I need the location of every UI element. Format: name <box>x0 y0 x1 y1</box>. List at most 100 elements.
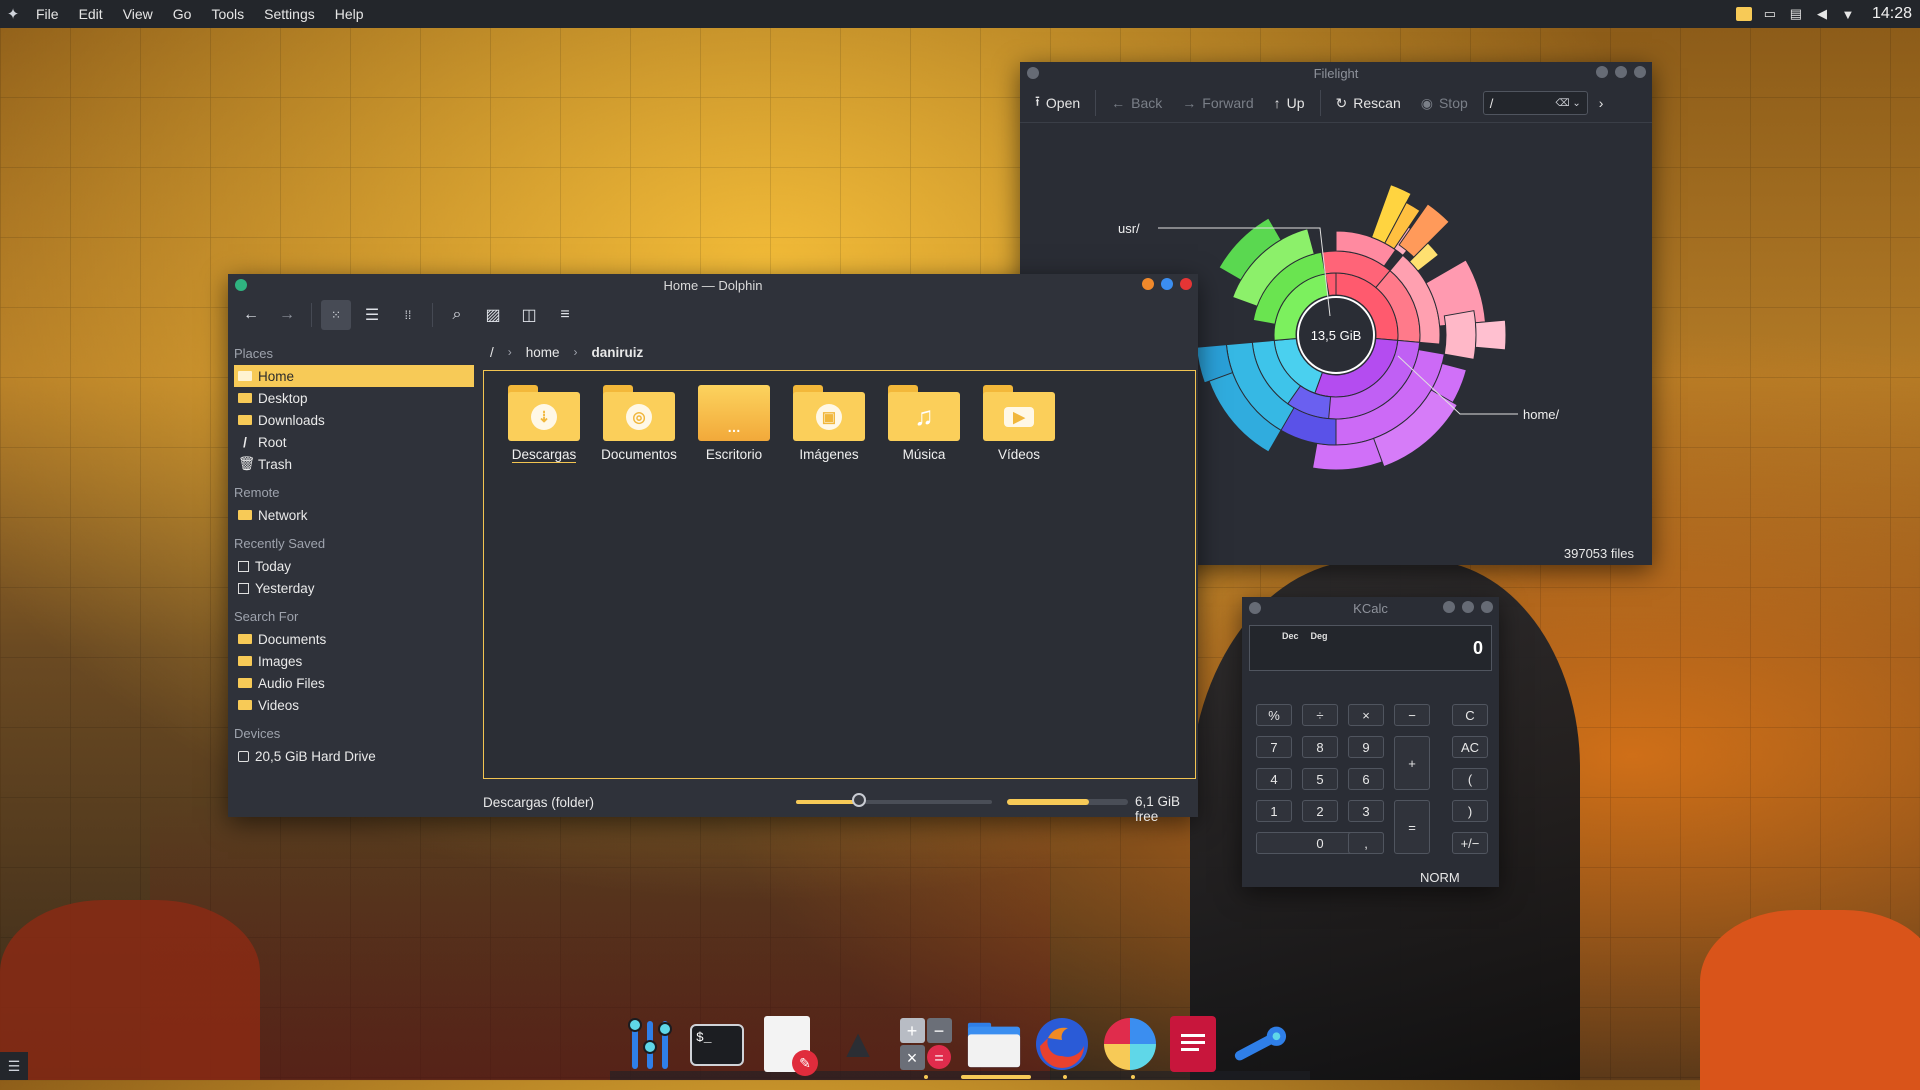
go-button[interactable]: › <box>1590 91 1613 115</box>
folder-item-imagenes[interactable]: ▣ Imágenes <box>779 385 879 462</box>
key-two[interactable]: 2 <box>1302 800 1338 822</box>
maximize-button[interactable] <box>1615 66 1627 78</box>
menu-file[interactable]: File <box>26 6 69 22</box>
key-nine[interactable]: 9 <box>1348 736 1384 758</box>
window-menu-icon[interactable] <box>1249 602 1261 614</box>
key-percent[interactable]: % <box>1256 704 1292 726</box>
key-four[interactable]: 4 <box>1256 768 1292 790</box>
place-root[interactable]: / Root <box>228 431 480 453</box>
compact-view-button[interactable]: ⁞⁞ <box>393 300 423 330</box>
folder-item-descargas[interactable]: ⇣ Descargas <box>494 385 594 463</box>
path-combobox[interactable]: / ⌫ ⌄ <box>1482 91 1588 115</box>
key-decimal[interactable]: , <box>1348 832 1384 854</box>
key-subtract[interactable]: − <box>1394 704 1430 726</box>
breadcrumb-root[interactable]: / <box>490 345 494 360</box>
color-picker-icon[interactable] <box>1102 1016 1158 1072</box>
preview-button[interactable]: ▨ <box>478 300 508 330</box>
place-home[interactable]: Home <box>234 365 474 387</box>
up-button[interactable]: ↑ Up <box>1265 91 1314 115</box>
split-view-button[interactable]: ◫ <box>514 300 544 330</box>
key-one[interactable]: 1 <box>1256 800 1292 822</box>
back-button[interactable]: ← <box>236 300 266 330</box>
stop-button[interactable]: ◉ Stop <box>1412 91 1477 116</box>
place-search-documents[interactable]: Documents <box>228 628 480 650</box>
menu-settings[interactable]: Settings <box>254 6 325 22</box>
key-five[interactable]: 5 <box>1302 768 1338 790</box>
key-negate[interactable]: +/− <box>1452 832 1488 854</box>
place-downloads[interactable]: Downloads <box>228 409 480 431</box>
maximize-button[interactable] <box>1161 278 1173 290</box>
folder-item-videos[interactable]: ▶ Vídeos <box>969 385 1069 462</box>
zoom-slider-handle[interactable] <box>851 793 866 807</box>
hamburger-menu-button[interactable]: ≡ <box>550 300 580 330</box>
window-menu-icon[interactable] <box>1027 67 1039 79</box>
key-divide[interactable]: ÷ <box>1302 704 1338 726</box>
place-search-audio[interactable]: Audio Files <box>228 672 480 694</box>
icons-view-button[interactable]: ⁙ <box>321 300 351 330</box>
back-button[interactable]: ← Back <box>1102 91 1171 115</box>
firefox-icon[interactable] <box>1034 1016 1090 1072</box>
menu-tools[interactable]: Tools <box>201 6 254 22</box>
kcalc-titlebar[interactable]: KCalc <box>1242 597 1499 619</box>
close-button[interactable] <box>1180 278 1192 290</box>
key-add[interactable]: + <box>1394 736 1430 790</box>
free-space-bar[interactable] <box>1007 799 1128 805</box>
close-button[interactable] <box>1481 601 1493 613</box>
clear-and-dropdown-icon[interactable]: ⌫ ⌄ <box>1555 98 1580 109</box>
forward-button[interactable]: → Forward <box>1173 91 1262 115</box>
breadcrumb-current[interactable]: daniruiz <box>592 345 644 360</box>
close-button[interactable] <box>1634 66 1646 78</box>
minimize-button[interactable] <box>1142 278 1154 290</box>
open-button[interactable]: ⭱ Open <box>1026 87 1089 119</box>
rescan-button[interactable]: ↻ Rescan <box>1327 91 1410 116</box>
panel-menu-icon[interactable]: ☰ <box>0 1052 28 1080</box>
menu-help[interactable]: Help <box>325 6 374 22</box>
clock[interactable]: 14:28 <box>1872 5 1912 23</box>
folder-item-musica[interactable]: ♫ Música <box>874 385 974 462</box>
key-open-paren[interactable]: ( <box>1452 768 1488 790</box>
chevron-right-icon[interactable]: › <box>508 345 512 359</box>
kde-launcher-icon[interactable]: ✦ <box>0 5 26 23</box>
place-network[interactable]: Network <box>228 504 480 526</box>
details-view-button[interactable]: ☰ <box>357 300 387 330</box>
filelight-titlebar[interactable]: Filelight <box>1020 62 1652 84</box>
calc-display[interactable]: Dec Deg 0 <box>1249 625 1492 671</box>
search-button[interactable]: ⌕ <box>442 300 472 330</box>
key-multiply[interactable]: × <box>1348 704 1384 726</box>
place-desktop[interactable]: Desktop <box>228 387 480 409</box>
place-today[interactable]: Today <box>228 555 480 577</box>
maximize-button[interactable] <box>1462 601 1474 613</box>
window-menu-icon[interactable] <box>235 279 247 291</box>
breadcrumb-home[interactable]: home <box>526 345 560 360</box>
place-search-images[interactable]: Images <box>228 650 480 672</box>
disk-segment[interactable] <box>1443 310 1477 360</box>
key-seven[interactable]: 7 <box>1256 736 1292 758</box>
dolphin-tray-icon[interactable] <box>1735 7 1752 21</box>
volume-icon[interactable]: ◀ <box>1814 6 1830 21</box>
zoom-slider[interactable] <box>796 793 992 807</box>
place-trash[interactable]: 🗑 Trash <box>228 453 480 475</box>
calculator-icon[interactable]: + − × = <box>898 1016 954 1072</box>
menu-go[interactable]: Go <box>163 6 202 22</box>
key-close-paren[interactable]: ) <box>1452 800 1488 822</box>
display-icon[interactable]: ▭ <box>1762 6 1778 21</box>
key-clear[interactable]: C <box>1452 704 1488 726</box>
file-manager-icon[interactable] <box>966 1016 1022 1072</box>
place-hard-drive[interactable]: 20,5 GiB Hard Drive <box>228 745 480 767</box>
tray-expand-icon[interactable]: ▼ <box>1840 7 1856 22</box>
system-settings-icon[interactable] <box>1232 1016 1288 1072</box>
disk-segment[interactable] <box>1474 319 1507 351</box>
chevron-right-icon[interactable]: › <box>574 345 578 359</box>
folder-item-escritorio[interactable]: … Escritorio <box>684 385 784 462</box>
folder-item-documentos[interactable]: ◎ Documentos <box>589 385 689 462</box>
key-three[interactable]: 3 <box>1348 800 1384 822</box>
place-yesterday[interactable]: Yesterday <box>228 577 480 599</box>
key-eight[interactable]: 8 <box>1302 736 1338 758</box>
place-search-videos[interactable]: Videos <box>228 694 480 716</box>
menu-view[interactable]: View <box>113 6 163 22</box>
text-editor-icon[interactable]: ✎ <box>764 1016 818 1076</box>
terminal-icon[interactable]: $_ <box>690 1024 744 1066</box>
mixer-icon[interactable] <box>622 1016 678 1072</box>
minimize-button[interactable] <box>1443 601 1455 613</box>
forward-button[interactable]: → <box>272 300 302 330</box>
